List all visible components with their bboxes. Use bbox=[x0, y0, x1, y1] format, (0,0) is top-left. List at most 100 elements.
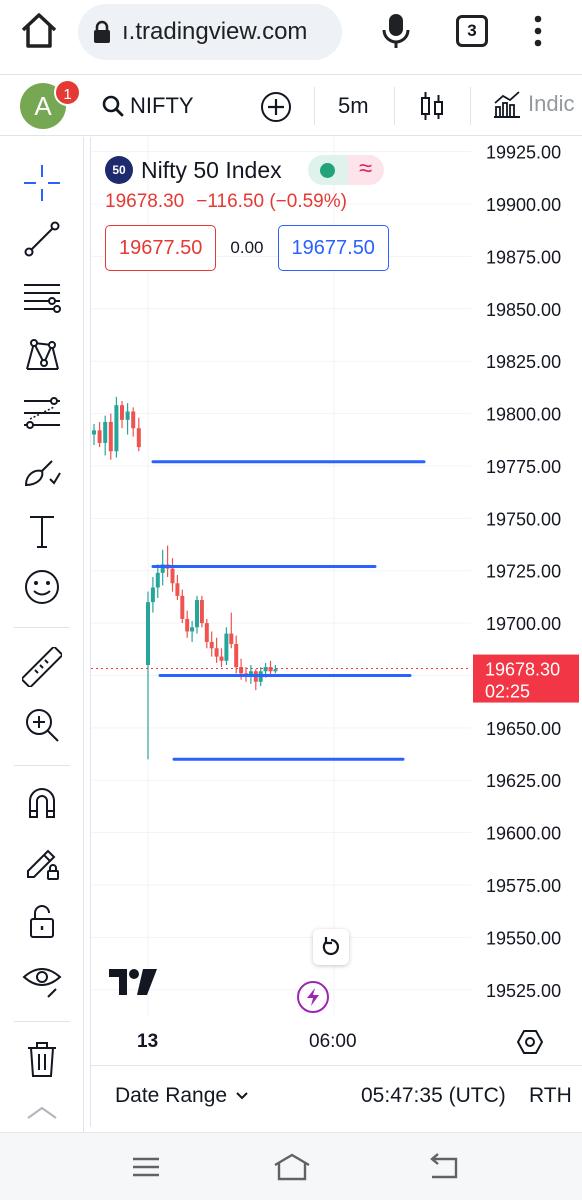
trash-icon[interactable] bbox=[20, 1037, 64, 1081]
price-axis-label: 19600.00 bbox=[486, 824, 561, 844]
candle-body bbox=[214, 648, 219, 657]
market-open-dot-icon bbox=[307, 155, 348, 185]
price-chart[interactable]: 19925.00 19900.00 19875.00 19850.00 19825.00… bbox=[91, 137, 582, 1065]
candle-body bbox=[190, 627, 195, 632]
price-axis-label: 19525.00 bbox=[486, 981, 561, 1001]
candle-body bbox=[224, 633, 229, 661]
session-button[interactable]: RTH bbox=[529, 1084, 572, 1108]
buy-button[interactable]: 19677.50 bbox=[277, 225, 389, 271]
candle-body bbox=[103, 421, 108, 443]
last-price: 19678.30 bbox=[105, 191, 185, 212]
candle-body bbox=[136, 428, 141, 448]
trend-line-icon[interactable] bbox=[20, 217, 64, 261]
candle-body bbox=[209, 641, 214, 649]
price-axis-label: 19550.00 bbox=[486, 928, 561, 948]
utc-clock[interactable]: 05:47:35 (UTC) bbox=[361, 1084, 506, 1108]
lightning-icon[interactable] bbox=[297, 981, 329, 1013]
tool-divider bbox=[14, 1021, 70, 1022]
search-icon bbox=[102, 95, 124, 117]
price-axis-label: 19725.00 bbox=[486, 562, 561, 582]
tool-divider bbox=[14, 627, 70, 628]
address-bar[interactable]: ı.tradingview.com bbox=[78, 4, 342, 60]
candle-body bbox=[92, 430, 96, 435]
emoji-icon[interactable] bbox=[20, 565, 64, 609]
sell-button[interactable]: 19677.50 bbox=[105, 225, 217, 271]
chart-bottom-bar: Date Range 05:47:35 (UTC) RTH bbox=[91, 1065, 582, 1127]
refresh-icon bbox=[322, 937, 339, 956]
candle-body bbox=[273, 669, 278, 672]
ruler-icon[interactable] bbox=[20, 645, 64, 689]
unlock-icon[interactable] bbox=[20, 899, 64, 943]
chart-top-toolbar: A 1 NIFTY 5m Indic bbox=[0, 74, 582, 136]
tool-divider bbox=[14, 765, 70, 766]
magnet-icon[interactable] bbox=[20, 781, 64, 825]
drawing-toolbar bbox=[0, 137, 84, 1132]
notification-badge: 1 bbox=[54, 79, 81, 106]
reset-chart-button[interactable] bbox=[313, 929, 349, 965]
price-axis-label: 19700.00 bbox=[486, 614, 561, 634]
candle-body bbox=[239, 667, 244, 674]
candle-body bbox=[114, 405, 119, 452]
price-axis-label: 19650.00 bbox=[486, 719, 561, 739]
candle-body bbox=[219, 656, 224, 661]
candle-body bbox=[150, 587, 155, 603]
date-range-dropdown[interactable]: Date Range bbox=[115, 1084, 249, 1108]
brush-icon[interactable] bbox=[20, 449, 64, 493]
lock-drawings-pencil-icon[interactable] bbox=[20, 839, 64, 883]
symbol-logo-badge: 50 bbox=[105, 156, 133, 184]
current-price-text: 19678.30 bbox=[485, 660, 560, 680]
candle-body bbox=[199, 600, 204, 624]
candle-body bbox=[155, 572, 160, 588]
pattern-icon[interactable] bbox=[20, 333, 64, 377]
price-axis-label: 19775.00 bbox=[486, 457, 561, 477]
candlestick-chart-type-icon[interactable] bbox=[420, 89, 444, 123]
price-axis-label: 19900.00 bbox=[486, 195, 561, 215]
zoom-in-icon[interactable] bbox=[20, 703, 64, 747]
chart-settings-icon[interactable] bbox=[515, 1027, 545, 1057]
recent-apps-icon[interactable] bbox=[128, 1151, 164, 1183]
crosshair-icon[interactable] bbox=[20, 161, 64, 205]
compare-symbol-button[interactable] bbox=[260, 91, 292, 123]
fib-retracement-icon[interactable] bbox=[20, 275, 64, 319]
tab-switcher-button[interactable]: 3 bbox=[456, 15, 488, 47]
price-change: −116.50 (−0.59%) bbox=[196, 191, 347, 212]
price-axis-label: 19875.00 bbox=[486, 247, 561, 267]
text-tool-icon[interactable] bbox=[20, 509, 64, 553]
more-menu-icon[interactable] bbox=[528, 10, 548, 52]
candle-body bbox=[268, 667, 273, 672]
symbol-name[interactable]: Nifty 50 Index bbox=[141, 157, 282, 184]
toolbar-divider bbox=[314, 87, 315, 125]
candle-body bbox=[125, 411, 130, 420]
candle-body bbox=[97, 430, 102, 443]
chart-panel[interactable]: 19925.00 19900.00 19875.00 19850.00 19825.00… bbox=[90, 137, 582, 1127]
candle-body bbox=[180, 595, 185, 619]
candle-body bbox=[120, 405, 124, 420]
indicators-icon bbox=[494, 91, 520, 118]
bar-countdown-text: 02:25 bbox=[485, 682, 530, 702]
home-nav-icon[interactable] bbox=[272, 1151, 312, 1183]
chevron-down-icon bbox=[236, 1092, 248, 1100]
indicators-button[interactable]: Indic bbox=[492, 89, 574, 119]
candle-body bbox=[170, 568, 175, 584]
wave-icon: ≈ bbox=[347, 155, 384, 185]
chevron-up-icon[interactable] bbox=[20, 1097, 64, 1127]
symbol-legend: 50 Nifty 50 Index ≈ 19678.30 −116.50 (−0… bbox=[105, 155, 389, 271]
symbol-search-button[interactable]: NIFTY bbox=[102, 89, 194, 123]
forecast-tools-icon[interactable] bbox=[20, 391, 64, 435]
indicators-label: Indic bbox=[528, 91, 575, 116]
time-axis-label: 06:00 bbox=[309, 1031, 357, 1052]
candle-body bbox=[175, 583, 180, 596]
interval-button[interactable]: 5m bbox=[338, 93, 369, 119]
home-icon[interactable] bbox=[18, 10, 60, 52]
tradingview-logo[interactable] bbox=[109, 969, 157, 1000]
microphone-icon[interactable] bbox=[378, 10, 414, 52]
spread-value: 0.00 bbox=[230, 238, 264, 257]
plus-circle-icon bbox=[261, 92, 291, 122]
browser-bar: ı.tradingview.com 3 bbox=[0, 0, 582, 64]
price-axis-label: 19850.00 bbox=[486, 300, 561, 320]
toolbar-divider bbox=[470, 87, 471, 125]
back-nav-icon[interactable] bbox=[426, 1151, 462, 1183]
market-status[interactable]: ≈ bbox=[307, 155, 384, 185]
date-range-label: Date Range bbox=[115, 1084, 228, 1107]
eye-visibility-icon[interactable] bbox=[20, 957, 64, 1001]
